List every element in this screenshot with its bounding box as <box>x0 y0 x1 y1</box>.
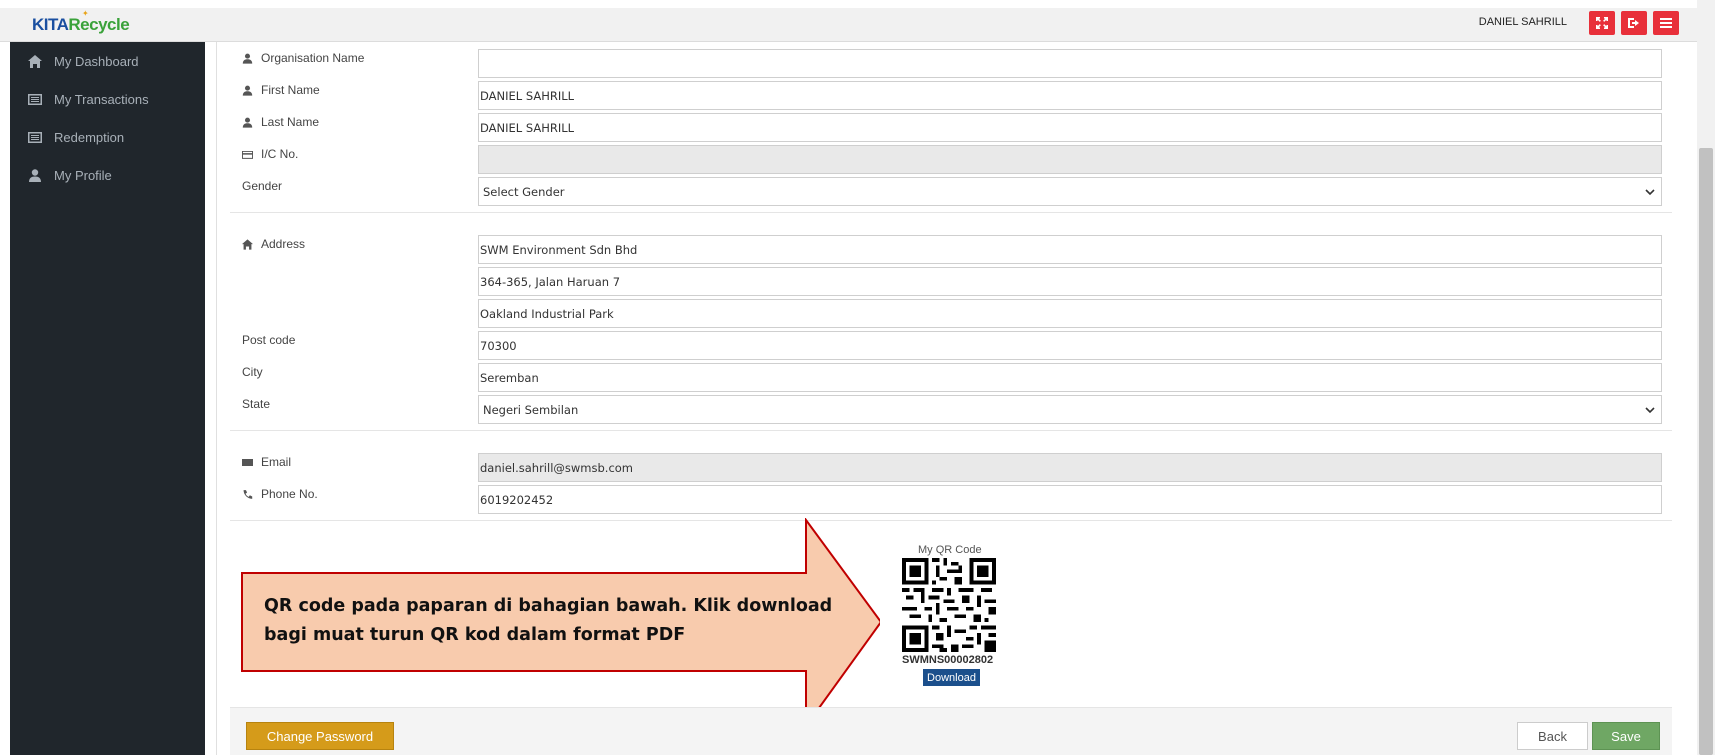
gender-label: Gender <box>242 179 283 193</box>
user-icon <box>242 53 256 64</box>
form-footer <box>230 707 1672 755</box>
organisation-label: Organisation Name <box>242 51 364 65</box>
divider <box>230 212 1672 213</box>
expand-icon <box>1596 17 1608 29</box>
chevron-down-icon <box>1645 407 1655 414</box>
list-icon <box>26 130 44 144</box>
content-border <box>216 42 217 755</box>
city-label: City <box>242 365 263 379</box>
last-name-label: Last Name <box>242 115 319 129</box>
user-icon <box>26 168 44 182</box>
first-name-field[interactable]: DANIEL SAHRILL <box>478 81 1662 110</box>
user-icon <box>242 117 256 128</box>
postcode-label: Post code <box>242 333 296 347</box>
logout-button[interactable] <box>1621 11 1647 35</box>
email-label: Email <box>242 455 291 469</box>
divider <box>230 430 1672 431</box>
home-icon <box>242 238 256 250</box>
address-line2-field[interactable]: 364-365, Jalan Haruan 7 <box>478 267 1662 296</box>
city-field[interactable]: Seremban <box>478 363 1662 392</box>
id-card-icon <box>242 149 256 160</box>
state-select[interactable]: Negeri Sembilan <box>478 395 1662 424</box>
save-button[interactable]: Save <box>1592 722 1660 750</box>
qr-code-image <box>902 558 996 652</box>
hamburger-icon <box>1660 18 1672 28</box>
bee-icon: ✦ <box>82 9 89 18</box>
phone-icon <box>242 489 256 500</box>
postcode-field[interactable]: 70300 <box>478 331 1662 360</box>
gender-select[interactable]: Select Gender <box>478 177 1662 206</box>
address-label: Address <box>242 237 305 251</box>
qr-code-label: SWMNS00002802 <box>902 654 994 666</box>
sidebar-item-profile[interactable]: My Profile <box>10 160 205 190</box>
chevron-down-icon <box>1645 189 1655 196</box>
change-password-button[interactable]: Change Password <box>246 722 394 750</box>
scrollbar-thumb[interactable] <box>1699 148 1713 755</box>
user-icon <box>242 85 256 96</box>
envelope-icon <box>242 457 256 468</box>
sidebar-item-dashboard[interactable]: My Dashboard <box>10 46 205 76</box>
download-link[interactable]: Download <box>923 669 980 686</box>
back-button[interactable]: Back <box>1517 722 1588 750</box>
state-label: State <box>242 397 271 411</box>
menu-button[interactable] <box>1653 11 1679 35</box>
list-icon <box>26 92 44 106</box>
email-field[interactable]: daniel.sahrill@swmsb.com <box>478 453 1662 482</box>
phone-field[interactable]: 6019202452 <box>478 485 1662 514</box>
kitarecycle-logo[interactable]: KITARecycle ✦ <box>32 9 130 35</box>
last-name-field[interactable]: DANIEL SAHRILL <box>478 113 1662 142</box>
address-line3-field[interactable]: Oakland Industrial Park <box>478 299 1662 328</box>
fullscreen-button[interactable] <box>1589 11 1615 35</box>
home-icon <box>26 54 44 68</box>
qr-title: My QR Code <box>918 544 982 556</box>
sign-out-icon <box>1628 18 1639 28</box>
ic-field[interactable] <box>478 145 1662 174</box>
sidebar: My Dashboard My Transactions Redemption … <box>10 42 205 755</box>
top-bar: KITARecycle ✦ DANIEL SAHRILL <box>0 8 1697 42</box>
phone-label: Phone No. <box>242 487 318 501</box>
first-name-label: First Name <box>242 83 320 97</box>
organisation-field[interactable] <box>478 49 1662 78</box>
user-name[interactable]: DANIEL SAHRILL <box>1479 16 1567 28</box>
sidebar-item-transactions[interactable]: My Transactions <box>10 84 205 114</box>
address-line1-field[interactable]: SWM Environment Sdn Bhd <box>478 235 1662 264</box>
callout-text: QR code pada paparan di bahagian bawah. … <box>264 596 833 645</box>
ic-label: I/C No. <box>242 147 298 161</box>
sidebar-item-redemption[interactable]: Redemption <box>10 122 205 152</box>
